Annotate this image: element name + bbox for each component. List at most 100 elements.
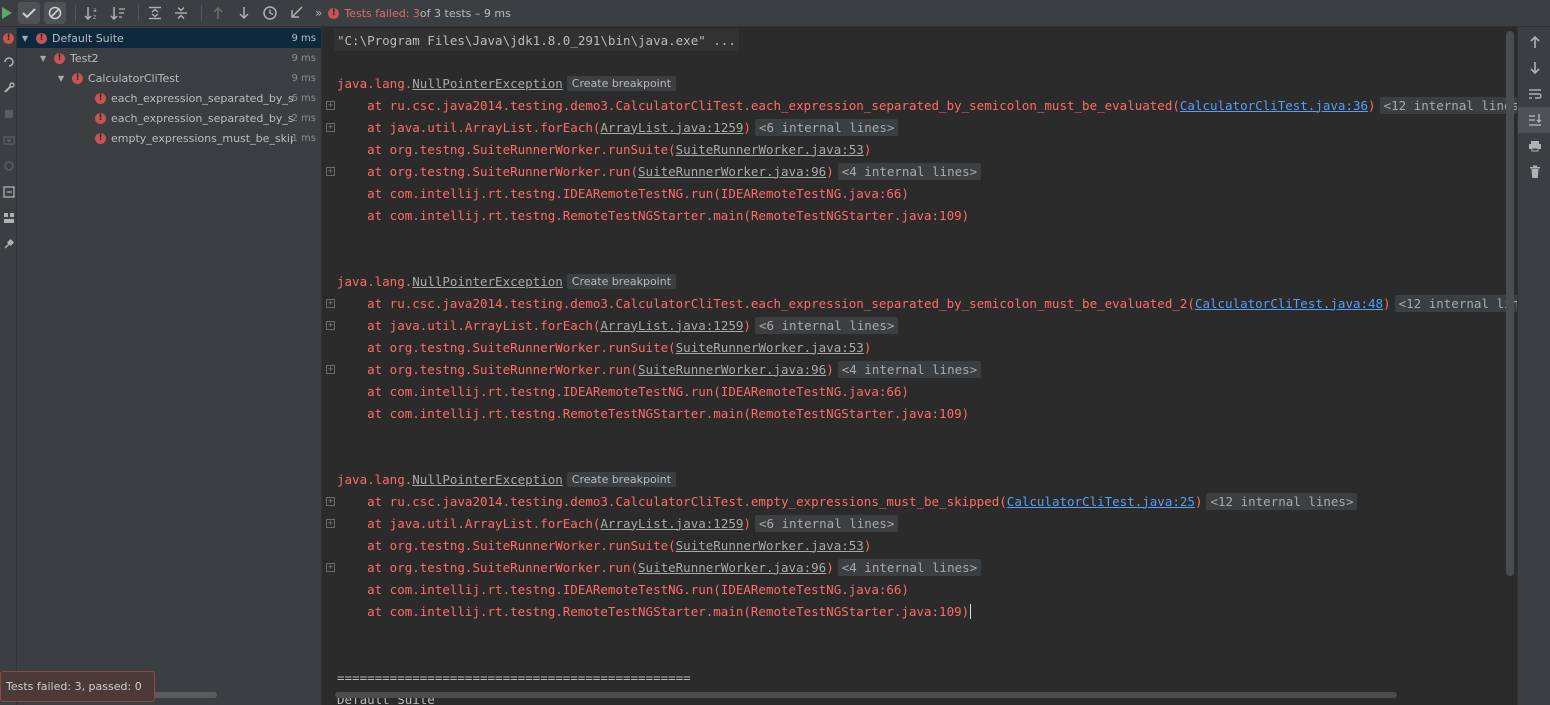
- java-command-text: "C:\Program Files\Java\jdk1.8.0_291\bin\…: [337, 32, 736, 48]
- sort-by-duration-button[interactable]: [107, 2, 129, 24]
- create-breakpoint-button[interactable]: Create breakpoint: [566, 75, 677, 91]
- pin-tab-button[interactable]: [0, 231, 17, 257]
- stop-button[interactable]: [0, 101, 17, 127]
- fold-expand-icon[interactable]: +: [326, 497, 335, 506]
- fold-expand-icon[interactable]: +: [326, 101, 335, 110]
- fold-expand-icon[interactable]: +: [326, 167, 335, 176]
- stack-frame: at org.testng.SuiteRunnerWorker.runSuite…: [337, 336, 871, 358]
- console-vertical-scrollbar[interactable]: [1506, 31, 1514, 576]
- scroll-to-end-button[interactable]: [1518, 107, 1550, 133]
- source-link[interactable]: CalculatorCliTest.java:25: [1007, 494, 1195, 509]
- internal-lines-fold[interactable]: <12 internal lines>: [1394, 294, 1517, 312]
- show-passed-button[interactable]: [18, 2, 40, 24]
- stack-frame-text: ): [826, 559, 834, 575]
- tree-item-duration: 9 ms: [291, 32, 317, 44]
- console-output[interactable]: "C:\Program Files\Java\jdk1.8.0_291\bin\…: [323, 27, 1517, 705]
- internal-lines-fold[interactable]: <6 internal lines>: [754, 316, 899, 334]
- tree-item-test2[interactable]: ▼ ! Test2 9 ms: [17, 48, 321, 68]
- up-stack-trace-button[interactable]: [1518, 29, 1550, 55]
- sort-alphabetically-button[interactable]: az: [81, 2, 103, 24]
- expand-all-button[interactable]: [144, 2, 166, 24]
- exception-package: java.lang.: [337, 273, 413, 289]
- source-link[interactable]: SuiteRunnerWorker.java:53: [676, 340, 864, 355]
- exception-class-link[interactable]: NullPointerException: [412, 472, 563, 487]
- previous-failed-button[interactable]: [207, 2, 229, 24]
- fold-expand-icon[interactable]: +: [326, 519, 335, 528]
- failed-test-icon: !: [95, 132, 106, 144]
- source-link[interactable]: ArrayList.java:1259: [600, 516, 743, 531]
- tree-item-test-method[interactable]: ! empty_expressions_must_be_skipp 1 ms: [17, 128, 321, 148]
- exception-package: java.lang.: [337, 75, 413, 91]
- export-button[interactable]: [0, 179, 17, 205]
- test-runner-toolbar: az » ! Tests failed: 3 of 3 tests – 9 ms: [0, 0, 1550, 27]
- screenshot-button[interactable]: [0, 127, 17, 153]
- internal-lines-fold[interactable]: <12 internal lines>: [1379, 96, 1517, 114]
- soft-wrap-button[interactable]: [1518, 81, 1550, 107]
- rerun-failed-button[interactable]: !: [0, 27, 17, 49]
- internal-lines-fold[interactable]: <4 internal lines>: [837, 558, 982, 576]
- toggle-auto-test-button[interactable]: [0, 49, 17, 75]
- pin-icon: [3, 238, 14, 249]
- next-failed-button[interactable]: [233, 2, 255, 24]
- clear-all-button[interactable]: [1518, 159, 1550, 185]
- down-stack-trace-button[interactable]: [1518, 55, 1550, 81]
- settings-button[interactable]: [0, 75, 17, 101]
- exception-class-link[interactable]: NullPointerException: [412, 274, 563, 289]
- fold-expand-icon[interactable]: +: [326, 123, 335, 132]
- tree-item-label: Test2: [70, 51, 99, 65]
- layout-icon: [3, 213, 14, 223]
- stack-frame-text: at org.testng.SuiteRunnerWorker.run(: [337, 559, 639, 575]
- exception-package: java.lang.: [337, 471, 413, 487]
- fold-expand-icon[interactable]: +: [326, 299, 335, 308]
- internal-lines-fold[interactable]: <6 internal lines>: [754, 118, 899, 136]
- fold-expand-icon[interactable]: +: [326, 321, 335, 330]
- create-breakpoint-button[interactable]: Create breakpoint: [566, 273, 677, 289]
- source-link[interactable]: ArrayList.java:1259: [600, 318, 743, 333]
- more-chevron[interactable]: »: [315, 6, 322, 20]
- stack-frame-text: at com.intellij.rt.testng.RemoteTestNGSt…: [337, 207, 970, 223]
- internal-lines-fold[interactable]: <6 internal lines>: [754, 514, 899, 532]
- rerun-button[interactable]: [0, 2, 14, 24]
- tree-horizontal-scrollbar[interactable]: [145, 692, 217, 698]
- expand-arrow-icon[interactable]: ▼: [40, 54, 50, 63]
- export-icon: [2, 186, 15, 198]
- exception-class-link[interactable]: NullPointerException: [412, 76, 563, 91]
- collapse-all-button[interactable]: [170, 2, 192, 24]
- stack-frame: at com.intellij.rt.testng.IDEARemoteTest…: [337, 578, 909, 600]
- source-link[interactable]: CalculatorCliTest.java:48: [1195, 296, 1383, 311]
- console-horizontal-scrollbar[interactable]: [335, 692, 1397, 698]
- create-breakpoint-button[interactable]: Create breakpoint: [566, 471, 677, 487]
- tree-item-calculator-cli-test[interactable]: ▼ ! CalculatorCliTest 9 ms: [17, 68, 321, 88]
- tree-item-default-suite[interactable]: ▼ ! Default Suite 9 ms: [17, 28, 321, 48]
- fold-expand-icon[interactable]: +: [326, 365, 335, 374]
- stack-frame-text: ): [743, 317, 751, 333]
- layout-button[interactable]: [0, 205, 17, 231]
- test-history-button[interactable]: [259, 2, 281, 24]
- coverage-button[interactable]: [0, 153, 17, 179]
- expand-arrow-icon[interactable]: ▼: [22, 34, 32, 43]
- internal-lines-fold[interactable]: <4 internal lines>: [837, 162, 982, 180]
- source-link[interactable]: SuiteRunnerWorker.java:96: [638, 164, 826, 179]
- import-tests-button[interactable]: [285, 2, 307, 24]
- stack-frame-text: at java.util.ArrayList.forEach(: [337, 317, 601, 333]
- stack-frame: at com.intellij.rt.testng.RemoteTestNGSt…: [337, 204, 969, 226]
- fold-expand-icon[interactable]: +: [326, 563, 335, 572]
- stack-frame-text: at org.testng.SuiteRunnerWorker.runSuite…: [337, 339, 676, 355]
- tree-item-label: each_expression_separated_by_ser: [111, 91, 293, 105]
- tree-item-test-method[interactable]: ! each_expression_separated_by_ser 2 ms: [17, 108, 321, 128]
- exception-header: java.lang. NullPointerException Create bre…: [337, 72, 677, 94]
- internal-lines-fold[interactable]: <12 internal lines>: [1206, 492, 1358, 510]
- stack-frame-text: at ru.csc.java2014.testing.demo3.Calcula…: [337, 295, 1195, 311]
- source-link[interactable]: SuiteRunnerWorker.java:53: [676, 538, 864, 553]
- source-link[interactable]: SuiteRunnerWorker.java:96: [638, 560, 826, 575]
- source-link[interactable]: ArrayList.java:1259: [600, 120, 743, 135]
- tree-item-test-method[interactable]: ! each_expression_separated_by_ser 6 ms: [17, 88, 321, 108]
- test-results-tree: ▼ ! Default Suite 9 ms ▼ ! Test2 9 ms ▼ …: [17, 27, 322, 705]
- source-link[interactable]: SuiteRunnerWorker.java:96: [638, 362, 826, 377]
- source-link[interactable]: CalculatorCliTest.java:36: [1180, 98, 1368, 113]
- show-ignored-button[interactable]: [44, 2, 66, 24]
- source-link[interactable]: SuiteRunnerWorker.java:53: [676, 142, 864, 157]
- print-button[interactable]: [1518, 133, 1550, 159]
- internal-lines-fold[interactable]: <4 internal lines>: [837, 360, 982, 378]
- expand-arrow-icon[interactable]: ▼: [58, 74, 68, 83]
